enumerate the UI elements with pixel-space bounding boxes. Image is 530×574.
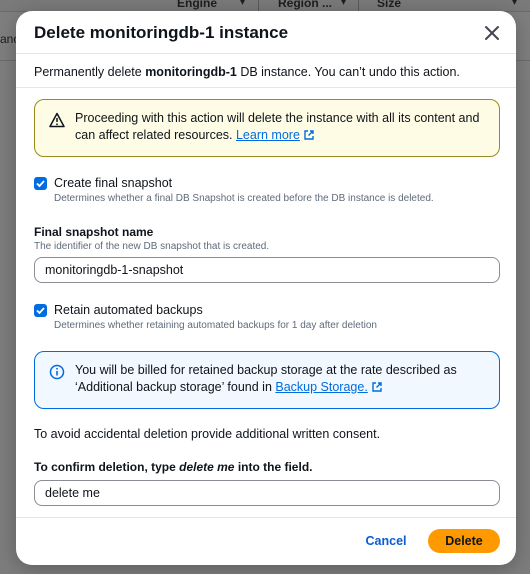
sort-icon: ▾ [512,0,518,8]
column-header-size: Size [377,0,402,10]
intro-divider [16,87,516,88]
snapshot-name-description: The identifier of the new DB snapshot th… [34,241,270,252]
backup-storage-link[interactable]: Backup Storage. [275,380,367,394]
create-final-snapshot-row: Create final snapshot Determines whether… [34,176,500,208]
billing-info-text: You will be billed for retained backup s… [75,363,457,394]
modal-title: Delete monitoringdb-1 instance [34,23,289,42]
retain-backups-checkbox[interactable] [34,304,47,317]
delete-button[interactable]: Delete [428,529,500,553]
confirm-label-prefix: To confirm deletion, type [34,460,180,474]
column-header-engine: Engine [177,0,218,10]
external-link-icon [304,130,314,140]
retain-backups-row: Retain automated backups Determines whet… [34,303,500,335]
retain-backups-description: Determines whether retaining automated b… [54,320,377,331]
intro-prefix: Permanently delete [34,65,146,79]
create-final-snapshot-checkbox[interactable] [34,177,47,190]
warning-icon [49,112,65,128]
intro-suffix: DB instance. You can’t undo this action. [236,65,460,79]
modal-intro: Permanently delete monitoringdb-1 DB ins… [34,63,500,81]
confirm-label: To confirm deletion, type delete me into… [34,460,312,474]
billing-info-alert: You will be billed for retained backup s… [34,351,500,409]
confirm-deletion-input[interactable]: delete me [34,480,500,506]
delete-instance-modal: Delete monitoringdb-1 instance Permanent… [16,11,516,565]
warning-alert: Proceeding with this action will delete … [34,99,500,157]
checkmark-icon [36,180,45,188]
modal-header: Delete monitoringdb-1 instance [16,11,516,53]
snapshot-name-input[interactable]: monitoringdb-1-snapshot [34,257,500,283]
sort-icon: ▾ [341,0,347,8]
checkmark-icon [36,307,45,315]
create-final-snapshot-description: Determines whether a final DB Snapshot i… [54,193,434,204]
background-cell: ance [0,32,16,46]
retain-backups-label: Retain automated backups [54,303,203,317]
intro-instance-name: monitoringdb-1 [145,65,237,79]
close-icon [485,26,499,40]
confirm-phrase: delete me [179,460,235,474]
footer-divider [16,517,516,518]
external-link-icon [372,382,382,392]
info-icon [49,364,65,380]
consent-text: To avoid accidental deletion provide add… [34,427,381,441]
close-button[interactable] [482,23,502,43]
learn-more-link[interactable]: Learn more [236,128,300,142]
snapshot-name-label: Final snapshot name [34,225,154,239]
confirm-label-suffix: into the field. [234,460,313,474]
sort-icon: ▾ [240,0,246,8]
create-final-snapshot-label: Create final snapshot [54,176,173,190]
column-header-region: Region ... [278,0,332,10]
cancel-button[interactable]: Cancel [356,529,416,553]
header-divider [16,53,516,54]
